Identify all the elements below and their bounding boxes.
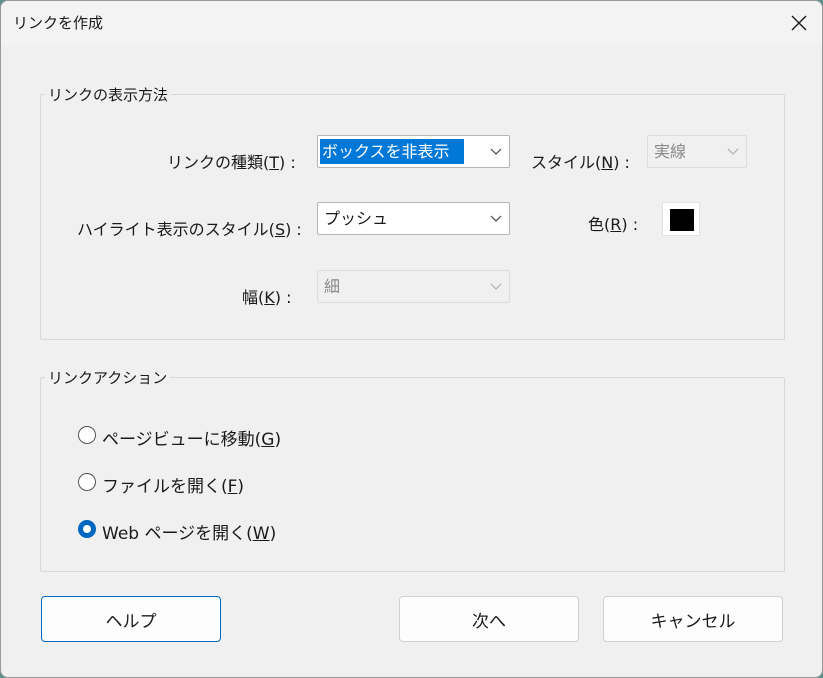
create-link-dialog: リンクを作成 リンクの表示方法 リンクの種類(T) : ボックスを非表示 スタイ… xyxy=(0,0,823,678)
color-suffix: ) : xyxy=(621,215,639,234)
dialog-title: リンクを作成 xyxy=(13,14,104,32)
width-suffix: ) : xyxy=(274,288,292,307)
highlight-suffix: ) : xyxy=(285,220,302,239)
close-button[interactable] xyxy=(782,7,816,39)
width-label: 幅(K) : xyxy=(242,284,291,308)
style-mnemonic: N xyxy=(601,153,614,172)
next-button[interactable]: 次へ xyxy=(399,596,579,642)
highlight-style-label: ハイライト表示のスタイル(S) : xyxy=(77,216,302,240)
radio-suffix: ) xyxy=(269,524,277,544)
highlight-mnemonic: S xyxy=(274,220,286,239)
style-label-text: スタイル( xyxy=(531,153,602,172)
radio-suffix: ) xyxy=(274,430,282,450)
radio-label: Web ページを開く(W) xyxy=(102,519,276,544)
highlight-label-text: ハイライト表示のスタイル( xyxy=(77,220,275,239)
link-action-group-title: リンクアクション xyxy=(45,369,171,387)
color-swatch-fill xyxy=(670,209,694,231)
link-type-mnemonic: T xyxy=(269,153,280,172)
radio-mnemonic: W xyxy=(252,524,270,544)
radio-label: ファイルを開く(F) xyxy=(102,472,244,497)
highlight-style-dropdown[interactable]: プッシュ xyxy=(317,202,510,235)
width-value: 細 xyxy=(324,277,341,296)
radio-button[interactable] xyxy=(78,426,96,444)
close-icon xyxy=(791,15,807,31)
chevron-down-icon xyxy=(490,283,502,290)
link-type-dropdown[interactable]: ボックスを非表示 xyxy=(317,135,510,168)
width-label-text: 幅( xyxy=(242,288,265,307)
radio-suffix: ) xyxy=(237,477,245,497)
style-dropdown[interactable]: 実線 xyxy=(647,135,747,168)
chevron-down-icon xyxy=(490,148,502,155)
color-label: 色(R) : xyxy=(588,211,638,235)
color-mnemonic: R xyxy=(610,215,622,234)
radio-label-text: ファイルを開く( xyxy=(102,477,228,497)
width-dropdown[interactable]: 細 xyxy=(317,270,510,303)
color-swatch-button[interactable] xyxy=(662,202,700,236)
color-label-text: 色( xyxy=(588,215,611,234)
chevron-down-icon xyxy=(727,148,739,155)
link-type-value: ボックスを非表示 xyxy=(320,139,464,164)
cancel-button[interactable]: キャンセル xyxy=(603,596,783,642)
help-button[interactable]: ヘルプ xyxy=(41,596,221,642)
style-value: 実線 xyxy=(654,142,687,161)
radio-mnemonic: F xyxy=(227,477,238,497)
chevron-down-icon xyxy=(490,215,502,222)
link-type-label-text: リンクの種類( xyxy=(167,153,270,172)
radio-mnemonic: G xyxy=(261,430,275,450)
highlight-style-value: プッシュ xyxy=(324,209,389,228)
style-suffix: ) : xyxy=(613,153,630,172)
radio-button-selected[interactable] xyxy=(78,520,96,538)
link-type-suffix: ) : xyxy=(279,153,296,172)
width-mnemonic: K xyxy=(264,288,275,307)
radio-label: ページビューに移動(G) xyxy=(102,425,281,450)
link-type-label: リンクの種類(T) : xyxy=(167,149,296,173)
style-label: スタイル(N) : xyxy=(531,149,630,173)
link-display-group-title: リンクの表示方法 xyxy=(45,86,172,104)
radio-label-text: ページビューに移動( xyxy=(102,430,262,450)
radio-label-text: Web ページを開く( xyxy=(102,524,253,544)
radio-button[interactable] xyxy=(78,473,96,491)
title-bar: リンクを作成 xyxy=(1,1,822,45)
